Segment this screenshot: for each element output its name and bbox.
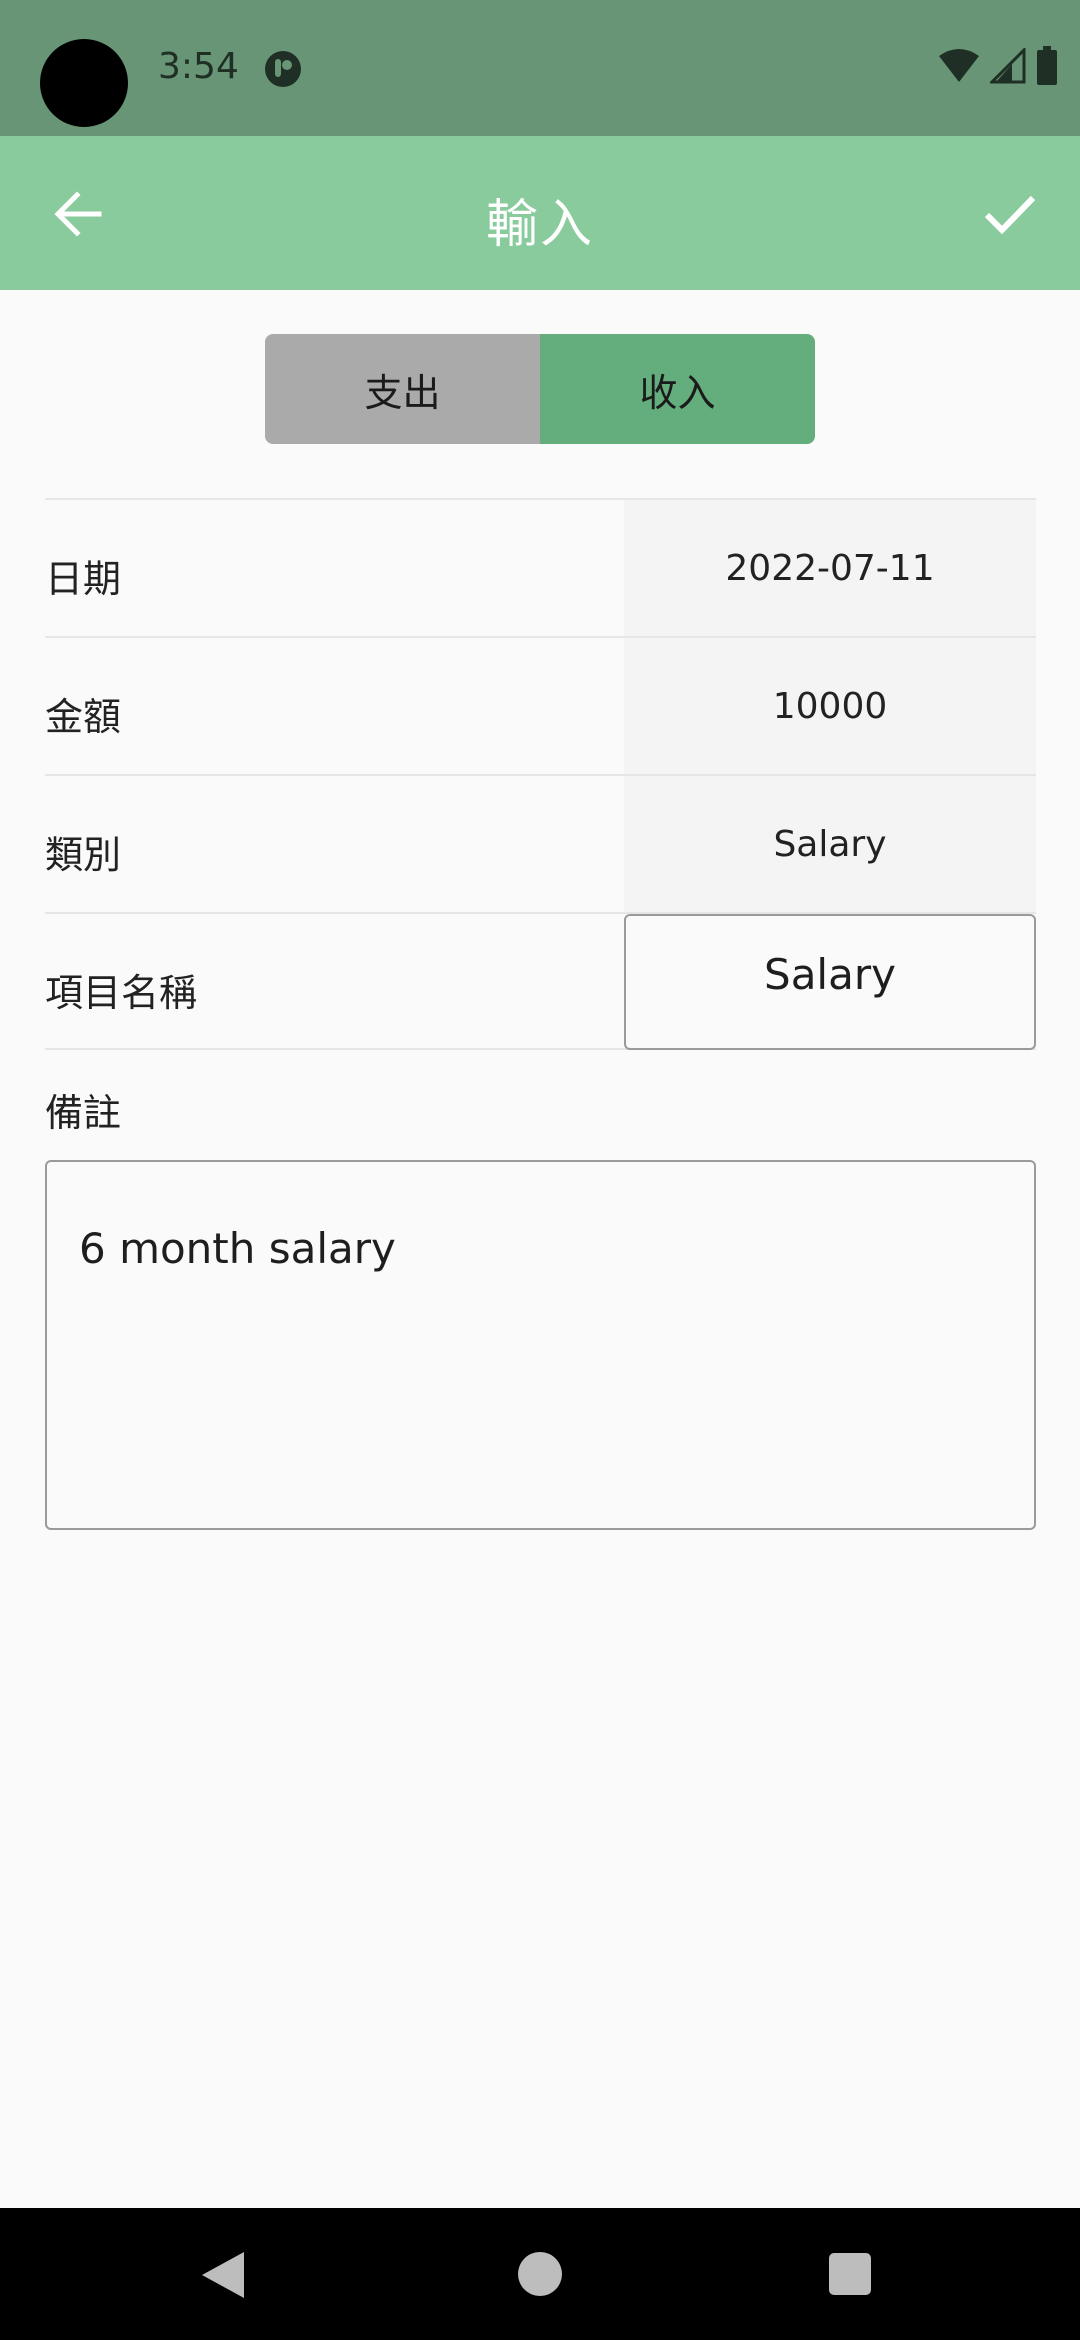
confirm-button[interactable] <box>962 176 1058 256</box>
date-row: 日期 2022-07-11 <box>45 498 1036 636</box>
page-title: 輸入 <box>485 195 594 255</box>
note-textarea[interactable]: 6 month salary <box>45 1160 1036 1530</box>
expense-tab[interactable]: 支出 <box>265 334 540 444</box>
income-tab[interactable]: 收入 <box>540 334 815 444</box>
category-row: 類別 Salary <box>45 774 1036 912</box>
amount-row: 金額 10000 <box>45 636 1036 774</box>
category-label: 類別 <box>45 833 122 877</box>
entry-form: 日期 2022-07-11 金額 10000 類別 Salary 項目名稱 Sa… <box>45 498 1036 1050</box>
nav-back-icon[interactable] <box>196 2248 252 2302</box>
amount-label: 金額 <box>45 695 122 739</box>
app-notification-icon <box>264 50 302 88</box>
note-label: 備註 <box>45 1091 122 1135</box>
camera-cutout <box>40 39 128 127</box>
system-nav-bar <box>0 2208 1080 2340</box>
category-field[interactable]: Salary <box>624 776 1036 912</box>
date-field[interactable]: 2022-07-11 <box>624 500 1036 636</box>
battery-icon <box>1036 46 1058 90</box>
check-icon <box>983 193 1037 239</box>
amount-field[interactable]: 10000 <box>624 638 1036 774</box>
type-toggle: 支出 收入 <box>265 334 815 444</box>
item-name-label: 項目名稱 <box>45 971 198 1015</box>
item-name-input[interactable]: Salary <box>624 914 1036 1050</box>
signal-icon <box>988 46 1026 88</box>
app-bar: 輸入 <box>0 136 1080 290</box>
nav-home-icon[interactable] <box>518 2252 562 2296</box>
wifi-icon <box>938 48 980 88</box>
item-name-row: 項目名稱 Salary <box>45 912 1036 1050</box>
status-icons <box>938 46 1058 90</box>
status-bar: 3:54 <box>0 0 1080 136</box>
status-time: 3:54 <box>158 46 239 87</box>
nav-recents-icon[interactable] <box>829 2253 871 2295</box>
date-label: 日期 <box>45 557 122 601</box>
